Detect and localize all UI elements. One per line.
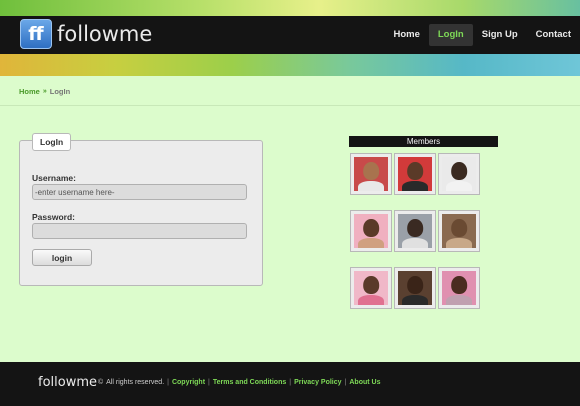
- footer-link-about[interactable]: About Us: [349, 379, 380, 386]
- member-photo[interactable]: [438, 210, 480, 252]
- member-avatar-icon: [442, 157, 476, 191]
- breadcrumb-current: LogIn: [49, 87, 71, 96]
- password-label: Password:: [32, 212, 75, 222]
- member-photo[interactable]: [438, 267, 480, 309]
- login-legend: LogIn: [32, 133, 72, 151]
- breadcrumb-home-link[interactable]: Home: [19, 87, 40, 96]
- divider: [0, 105, 580, 106]
- username-label: Username:: [32, 173, 76, 183]
- header-bar: ff followme Home LogIn Sign Up Contact: [0, 16, 580, 54]
- member-avatar-icon: [354, 271, 388, 305]
- member-avatar-icon: [442, 214, 476, 248]
- member-photo[interactable]: [350, 210, 392, 252]
- logo-text: followme: [57, 22, 153, 46]
- password-input[interactable]: [32, 223, 247, 239]
- breadcrumb-separator-icon: »: [42, 88, 47, 95]
- copyright-icon: ©: [98, 379, 104, 386]
- main-nav: Home LogIn Sign Up Contact: [384, 24, 580, 46]
- member-photo[interactable]: [350, 267, 392, 309]
- footer-links: © All rights reserved. | Copyright | Ter…: [98, 379, 380, 386]
- member-avatar-icon: [398, 214, 432, 248]
- footer-separator: |: [208, 379, 210, 386]
- footer-separator: |: [167, 379, 169, 386]
- members-title: Members: [349, 136, 498, 147]
- nav-item-contact[interactable]: Contact: [527, 24, 580, 46]
- header-gradient-band: [0, 54, 580, 76]
- footer-link-copyright[interactable]: Copyright: [172, 379, 205, 386]
- member-avatar-icon: [398, 271, 432, 305]
- username-input[interactable]: -enter username here-: [32, 184, 247, 200]
- footer-link-privacy[interactable]: Privacy Policy: [294, 379, 341, 386]
- nav-item-login[interactable]: LogIn: [428, 24, 473, 46]
- member-avatar-icon: [354, 214, 388, 248]
- footer: followme © All rights reserved. | Copyri…: [0, 362, 580, 406]
- top-gradient-strip: [0, 0, 580, 16]
- footer-rights: All rights reserved.: [106, 379, 165, 386]
- login-button[interactable]: login: [32, 249, 92, 266]
- nav-item-home[interactable]: Home: [384, 24, 428, 46]
- footer-logo[interactable]: followme: [38, 375, 97, 390]
- member-photo[interactable]: [394, 210, 436, 252]
- footer-separator: |: [289, 379, 292, 386]
- member-photo[interactable]: [350, 153, 392, 195]
- nav-item-signup[interactable]: Sign Up: [473, 24, 527, 46]
- footer-link-terms[interactable]: Terms and Conditions: [213, 379, 286, 386]
- member-photo[interactable]: [394, 267, 436, 309]
- member-avatar-icon: [442, 271, 476, 305]
- member-photo[interactable]: [438, 153, 480, 195]
- member-avatar-icon: [398, 157, 432, 191]
- site-logo[interactable]: ff followme: [20, 19, 152, 49]
- breadcrumb: Home » LogIn: [19, 87, 70, 96]
- member-photo[interactable]: [394, 153, 436, 195]
- login-form: LogIn Username: -enter username here- Pa…: [19, 133, 263, 286]
- logo-badge-icon: ff: [20, 19, 52, 49]
- footer-separator: |: [344, 379, 347, 386]
- member-avatar-icon: [354, 157, 388, 191]
